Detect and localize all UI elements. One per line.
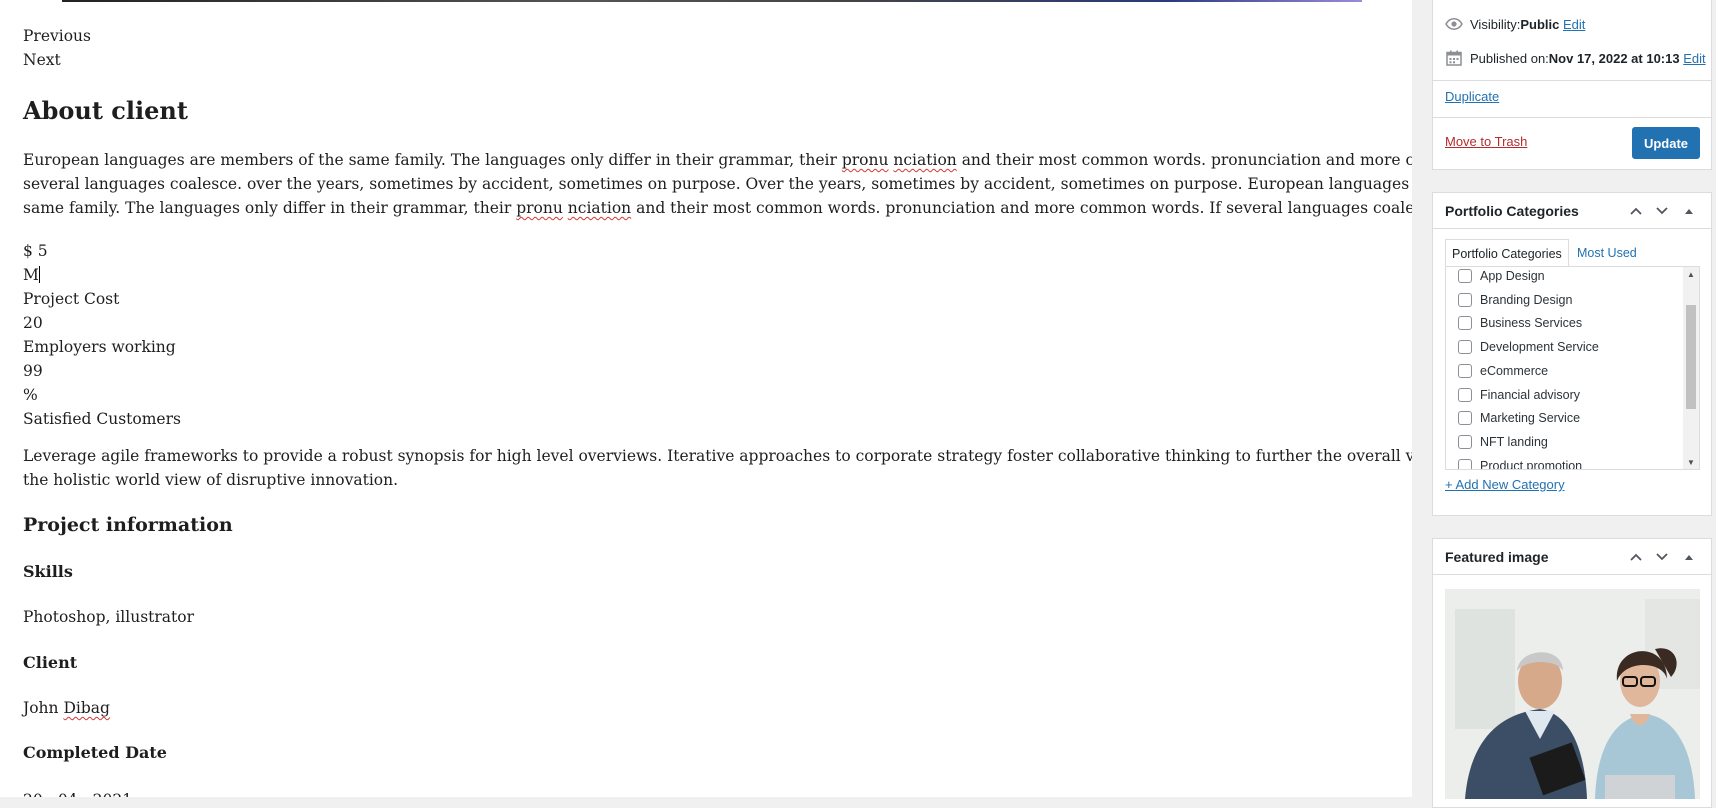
category-checkbox[interactable] [1458, 316, 1472, 330]
edit-date-link[interactable]: Edit [1683, 51, 1705, 66]
post-editor-canvas[interactable]: Previous Next About client European lang… [0, 0, 1412, 797]
skills-value[interactable]: Photoshop, illustrator [23, 605, 194, 629]
about-paragraph-line-3[interactable]: same family. The languages only differ i… [23, 196, 1412, 220]
featured-image-panel: Featured image [1432, 538, 1712, 808]
category-checkbox[interactable] [1458, 269, 1472, 283]
eye-icon [1445, 15, 1463, 33]
category-item[interactable]: Branding Design [1458, 289, 1572, 311]
category-checkbox[interactable] [1458, 364, 1472, 378]
chevron-up-icon[interactable] [1626, 547, 1646, 567]
update-button[interactable]: Update [1632, 127, 1700, 159]
client-value[interactable]: John Dibag [23, 696, 110, 720]
scrollbar-thumb[interactable] [1686, 305, 1696, 409]
tab-portfolio-categories[interactable]: Portfolio Categories [1445, 239, 1569, 268]
featured-image-illustration [1445, 589, 1700, 799]
editor-gutter [1412, 0, 1432, 797]
stat-value-cost[interactable]: $ 5 [23, 239, 48, 263]
next-link[interactable]: Next [23, 48, 61, 72]
categories-panel-header: Portfolio Categories [1433, 193, 1711, 229]
categories-panel-title: Portfolio Categories [1445, 203, 1579, 219]
stat-value-customers[interactable]: 99 [23, 359, 43, 383]
tab-most-used[interactable]: Most Used [1571, 239, 1643, 266]
category-scrollbar[interactable]: ▲ ▼ [1683, 267, 1699, 469]
leverage-paragraph-line-1[interactable]: Leverage agile frameworks to provide a r… [23, 444, 1412, 468]
project-info-heading[interactable]: Project information [23, 514, 233, 536]
chevron-up-icon[interactable] [1626, 201, 1646, 221]
completed-date-value[interactable]: 20 - 04 - 2021 [23, 788, 132, 797]
category-checkbox[interactable] [1458, 388, 1472, 402]
divider [1433, 80, 1711, 81]
featured-panel-header: Featured image [1433, 539, 1711, 575]
stat-unit-customers[interactable]: % [23, 383, 38, 407]
featured-image[interactable] [1445, 589, 1700, 799]
stat-label-cost[interactable]: Project Cost [23, 287, 119, 311]
category-checkbox[interactable] [1458, 411, 1472, 425]
completed-date-label[interactable]: Completed Date [23, 743, 167, 762]
scroll-up-arrow-icon[interactable]: ▲ [1683, 267, 1699, 281]
category-item[interactable]: Product promotion [1458, 455, 1582, 469]
settings-sidebar: Visibility: Public Edit Published on: No… [1432, 0, 1716, 808]
category-checklist[interactable]: App Design Branding Design Business Serv… [1445, 266, 1700, 470]
client-label[interactable]: Client [23, 653, 77, 672]
stat-label-customers[interactable]: Satisfied Customers [23, 407, 181, 431]
stat-unit-cost[interactable]: M [23, 263, 40, 287]
move-to-trash-link[interactable]: Move to Trash [1445, 134, 1527, 149]
leverage-paragraph-line-2[interactable]: the holistic world view of disruptive in… [23, 468, 398, 492]
duplicate-link[interactable]: Duplicate [1445, 89, 1499, 104]
divider [1433, 117, 1711, 118]
category-item[interactable]: Marketing Service [1458, 407, 1580, 429]
stat-value-employers[interactable]: 20 [23, 311, 43, 335]
previous-link[interactable]: Previous [23, 24, 91, 48]
about-paragraph-line-1[interactable]: European languages are members of the sa… [23, 148, 1412, 172]
category-checkbox[interactable] [1458, 340, 1472, 354]
category-item[interactable]: App Design [1458, 267, 1545, 287]
category-item[interactable]: Financial advisory [1458, 384, 1580, 406]
publish-panel: Visibility: Public Edit Published on: No… [1432, 0, 1712, 170]
edit-visibility-link[interactable]: Edit [1563, 17, 1585, 32]
collapse-toggle-icon[interactable] [1679, 547, 1699, 567]
category-checkbox[interactable] [1458, 435, 1472, 449]
featured-panel-title: Featured image [1445, 549, 1549, 565]
about-paragraph-line-2[interactable]: several languages coalesce. over the yea… [23, 172, 1412, 196]
category-item[interactable]: Business Services [1458, 312, 1582, 334]
collapse-toggle-icon[interactable] [1679, 201, 1699, 221]
chevron-down-icon[interactable] [1652, 547, 1672, 567]
category-checkbox[interactable] [1458, 459, 1472, 469]
category-checkbox[interactable] [1458, 293, 1472, 307]
category-item[interactable]: Development Service [1458, 336, 1599, 358]
chevron-down-icon[interactable] [1652, 201, 1672, 221]
calendar-icon [1445, 49, 1463, 67]
category-item[interactable]: NFT landing [1458, 431, 1548, 453]
published-row: Published on: Nov 17, 2022 at 10:13 Edit [1445, 49, 1706, 67]
visibility-row: Visibility: Public Edit [1445, 15, 1585, 33]
stat-label-employers[interactable]: Employers working [23, 335, 176, 359]
add-new-category-link[interactable]: + Add New Category [1445, 477, 1565, 492]
skills-label[interactable]: Skills [23, 562, 73, 581]
top-image-edge [62, 0, 1362, 2]
category-item[interactable]: eCommerce [1458, 360, 1548, 382]
text-caret [38, 266, 40, 283]
portfolio-categories-panel: Portfolio Categories Portfolio Categorie… [1432, 192, 1712, 516]
about-client-heading[interactable]: About client [23, 96, 188, 125]
scroll-down-arrow-icon[interactable]: ▼ [1683, 455, 1699, 469]
